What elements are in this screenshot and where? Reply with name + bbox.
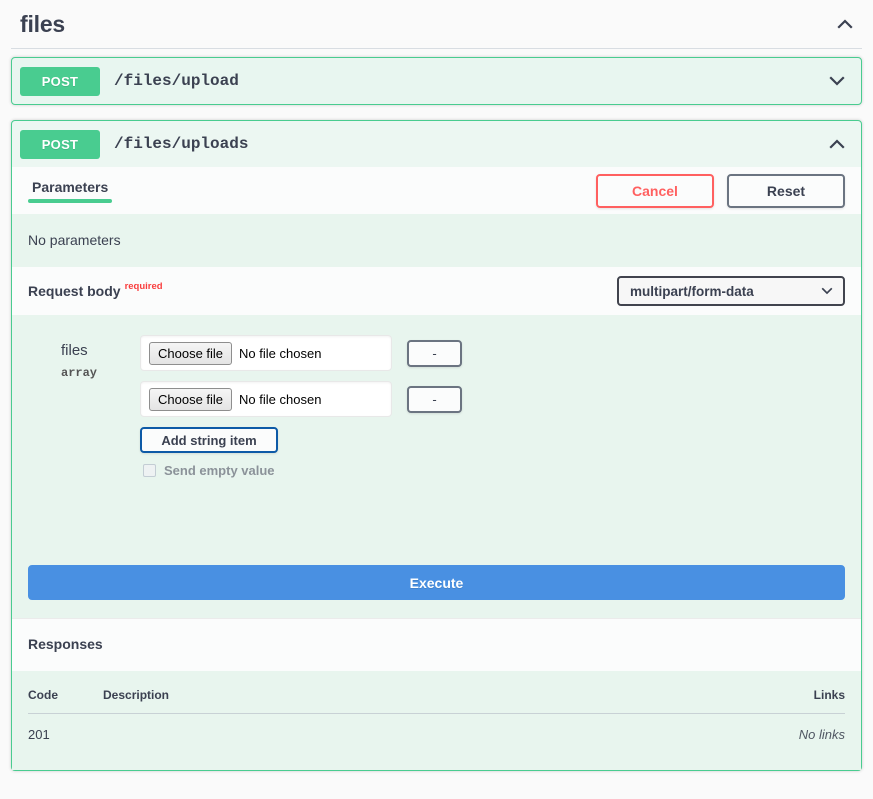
response-code: 201 [28,727,50,742]
operation-summary[interactable]: POST /files/upload [12,58,861,104]
send-empty-value-checkbox[interactable] [143,464,156,477]
operation-path: /files/upload [114,72,239,90]
column-header-description: Description [103,688,540,714]
tag-title: files [20,10,66,37]
execute-wrapper: Execute [12,565,861,618]
operation-body: Parameters Cancel Reset No parameters Re… [12,167,861,770]
parameter-type: array [61,365,98,380]
add-string-item-button[interactable]: Add string item [140,427,278,453]
file-status-text: No file chosen [239,391,322,407]
no-parameters-text: No parameters [12,214,861,267]
parameters-toolbar: Parameters Cancel Reset [12,167,861,214]
response-description [103,714,539,743]
operation-collapse-button[interactable] [823,134,851,154]
chevron-up-icon [837,19,853,29]
column-header-links: Links [539,688,845,714]
remove-file-button-1[interactable]: - [407,339,462,367]
chevron-down-icon [821,287,833,295]
operation-files-uploads[interactable]: POST /files/uploads Parameters Cancel Re… [11,120,862,771]
column-header-code: Code [28,688,103,714]
request-body-header: Request body required multipart/form-dat… [12,267,861,315]
tag-collapse-button[interactable] [835,14,855,34]
tab-parameters[interactable]: Parameters [28,179,113,203]
send-empty-value-row[interactable]: Send empty value [140,463,845,478]
reset-button[interactable]: Reset [727,174,845,208]
action-buttons: Cancel Reset [596,174,845,208]
parameter-input-cell: Choose file No file chosen - Choose file… [128,335,845,478]
content-type-select[interactable]: multipart/form-data [617,276,845,306]
chevron-down-icon [829,76,845,86]
send-empty-value-label: Send empty value [164,463,275,478]
responses-heading: Responses [12,618,861,671]
remove-file-button-2[interactable]: - [407,385,462,413]
responses-table: Code Description Links 201 No links [28,688,845,742]
file-input-1[interactable]: Choose file No file chosen [140,335,392,371]
parameter-name: files [61,342,88,359]
parameter-label-cell: files array [28,335,128,478]
request-body-title: Request body [28,283,121,299]
choose-file-button[interactable]: Choose file [149,387,233,411]
tag-header[interactable]: files [0,0,873,48]
http-method-badge: POST [20,129,100,159]
table-row: 201 No links [28,714,845,743]
file-input-row: Choose file No file chosen - [140,335,845,371]
operation-files-upload[interactable]: POST /files/upload [11,57,862,105]
choose-file-button[interactable]: Choose file [149,341,233,365]
parameter-row-files: files array Choose file No file chosen - [28,335,845,478]
tag-divider [11,48,862,49]
cancel-button[interactable]: Cancel [596,174,714,208]
execute-button[interactable]: Execute [28,565,845,600]
content-type-value: multipart/form-data [630,283,754,299]
responses-table-wrapper: Code Description Links 201 No links [12,671,861,770]
file-status-text: No file chosen [239,345,322,361]
swagger-ui-page: files POST /files/upload POST /files/upl… [0,0,873,799]
required-marker: required [124,281,163,292]
request-body-label: Request body required [28,281,163,299]
file-input-row: Choose file No file chosen - [140,381,845,417]
chevron-up-icon [829,139,845,149]
operation-path: /files/uploads [114,135,249,153]
operation-summary[interactable]: POST /files/uploads [12,121,861,167]
http-method-badge: POST [20,66,100,96]
operation-expand-button[interactable] [823,71,851,91]
request-body-form: files array Choose file No file chosen - [12,315,861,565]
table-header-row: Code Description Links [28,688,845,714]
file-input-2[interactable]: Choose file No file chosen [140,381,392,417]
response-links: No links [798,727,845,742]
